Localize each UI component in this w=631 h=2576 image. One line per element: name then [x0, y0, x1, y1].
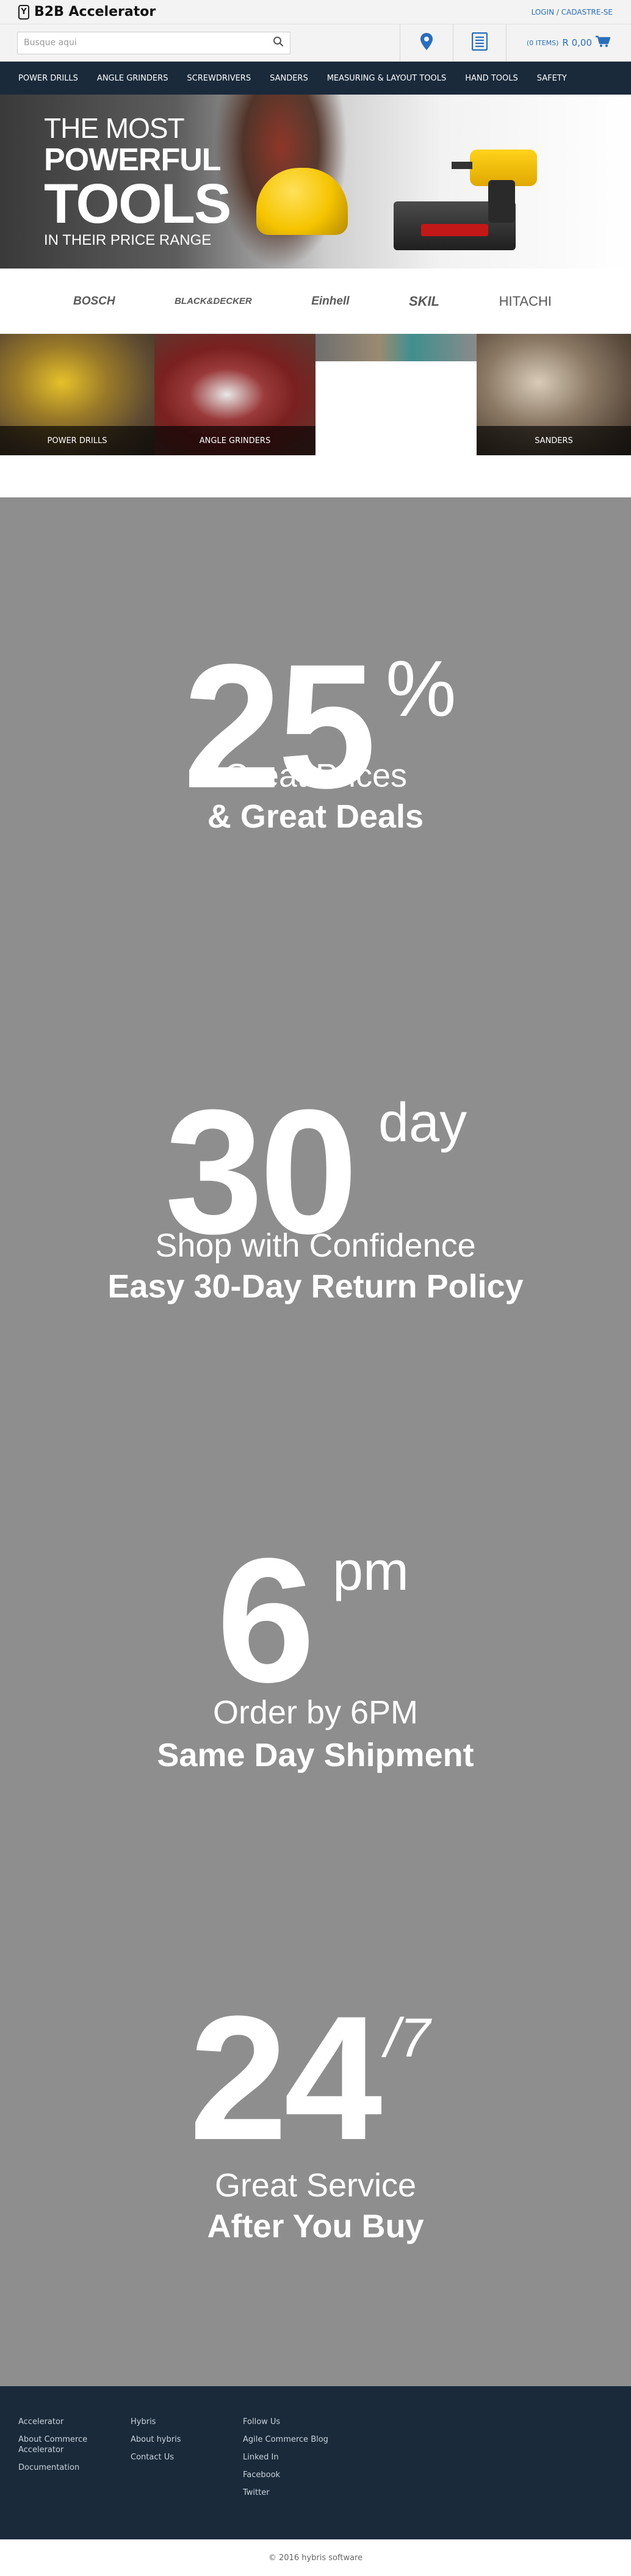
copyright-notice: © 2016 hybris software — [0, 2539, 631, 2576]
cart-item-count: (0 ITEMS) — [526, 38, 559, 47]
category-tile-angle-grinders[interactable]: ANGLE GRINDERS — [154, 334, 316, 455]
promo-24-line-1: Great Service — [214, 2167, 417, 2204]
promo-section: 25 % Great Prices & Great Deals 30 day S… — [0, 497, 631, 2386]
hero-line-4: IN THEIR PRICE RANGE — [44, 232, 212, 248]
footer-column-hybris: Hybris About hybris Contact Us — [131, 2417, 243, 2539]
footer-heading-accelerator[interactable]: Accelerator — [18, 2417, 131, 2427]
nav-item-angle-grinders[interactable]: ANGLE GRINDERS — [97, 74, 168, 83]
brand-logo-skil[interactable]: SKIL — [409, 294, 439, 309]
search-box[interactable] — [17, 31, 290, 54]
promo-25-line-1: Great Prices — [223, 757, 408, 794]
site-logo[interactable]: Y B2B Accelerator — [18, 4, 156, 20]
category-label: SANDERS — [477, 426, 631, 455]
tool-case-latch — [421, 224, 488, 236]
promo-6-suffix: pm — [333, 1541, 409, 1602]
promo-30-line-1: Shop with Confidence — [155, 1227, 476, 1264]
brand-logo-einhell[interactable]: Einhell — [311, 295, 349, 308]
footer-link-contact-us[interactable]: Contact Us — [131, 2452, 243, 2462]
hero-line-3: TOOLS — [44, 173, 231, 235]
category-nav: POWER DRILLS ANGLE GRINDERS SCREWDRIVERS… — [0, 62, 631, 95]
quick-order-button[interactable] — [453, 24, 506, 61]
order-list-icon — [471, 32, 488, 53]
nav-item-sanders[interactable]: SANDERS — [270, 74, 308, 83]
search-wrap — [0, 24, 400, 61]
brand-logo-bosch[interactable]: BOSCH — [73, 295, 115, 308]
category-tiles: POWER DRILLS ANGLE GRINDERS SANDERS — [0, 334, 631, 455]
promo-6-line-2: Same Day Shipment — [157, 1737, 474, 1773]
footer-link-about-commerce-accelerator[interactable]: About Commerce Accelerator — [18, 2434, 98, 2455]
promo-6-number: 6 — [217, 1521, 315, 1719]
mini-cart[interactable]: (0 ITEMS) R 0,00 — [506, 24, 631, 61]
site-footer: Accelerator About Commerce Accelerator D… — [0, 2386, 631, 2539]
category-label: POWER DRILLS — [0, 426, 154, 455]
promo-25-suffix: % — [386, 644, 456, 733]
top-bar: Y B2B Accelerator LOGIN / CADASTRE-SE — [0, 0, 631, 24]
footer-link-agile-commerce-blog[interactable]: Agile Commerce Blog — [243, 2434, 355, 2445]
cart-icon — [596, 35, 611, 50]
nav-item-safety[interactable]: SAFETY — [537, 74, 567, 83]
nav-item-hand-tools[interactable]: HAND TOOLS — [465, 74, 517, 83]
nav-item-power-drills[interactable]: POWER DRILLS — [18, 74, 78, 83]
hero-banner[interactable]: THE MOST POWERFUL TOOLS IN THEIR PRICE R… — [0, 95, 631, 269]
footer-link-facebook[interactable]: Facebook — [243, 2470, 355, 2480]
promo-24-suffix: /7 — [384, 2008, 431, 2069]
brand-strip: BOSCH BLACK&DECKER Einhell SKIL HITACHI — [0, 269, 631, 334]
footer-link-documentation[interactable]: Documentation — [18, 2462, 131, 2473]
drill-handle — [488, 180, 515, 223]
promo-24-line-2: After You Buy — [207, 2208, 424, 2245]
store-finder-button[interactable] — [400, 24, 453, 61]
footer-column-accelerator: Accelerator About Commerce Accelerator D… — [18, 2417, 131, 2539]
promo-30-line-2: Easy 30-Day Return Policy — [107, 1268, 524, 1305]
footer-heading-follow-us[interactable]: Follow Us — [243, 2417, 355, 2427]
nav-item-screwdrivers[interactable]: SCREWDRIVERS — [187, 74, 251, 83]
category-label: ANGLE GRINDERS — [154, 426, 316, 455]
footer-heading-hybris[interactable]: Hybris — [131, 2417, 243, 2427]
hero-line-1: THE MOST — [44, 112, 185, 144]
footer-link-linked-in[interactable]: Linked In — [243, 2452, 355, 2462]
category-tile-sanders[interactable]: SANDERS — [477, 334, 631, 455]
brand-logo-black-decker[interactable]: BLACK&DECKER — [175, 296, 252, 306]
drill-bit — [452, 162, 472, 169]
logo-text: B2B Accelerator — [34, 4, 156, 20]
cart-total: R 0,00 — [562, 37, 592, 48]
footer-link-twitter[interactable]: Twitter — [243, 2488, 355, 2498]
footer-link-about-hybris[interactable]: About hybris — [131, 2434, 243, 2445]
hero-line-2: POWERFUL — [44, 142, 222, 178]
page: Y B2B Accelerator LOGIN / CADASTRE-SE Bu… — [0, 0, 631, 2576]
map-pin-icon — [420, 32, 433, 53]
search-input[interactable] — [24, 38, 262, 48]
brand-logo-hitachi[interactable]: HITACHI — [499, 294, 552, 309]
promo-6-line-1: Order by 6PM — [212, 1694, 419, 1731]
search-icon[interactable] — [273, 36, 284, 49]
footer-column-follow-us: Follow Us Agile Commerce Blog Linked In … — [243, 2417, 355, 2539]
category-tile-power-drills[interactable]: POWER DRILLS — [0, 334, 154, 455]
promo-24-number: 24 — [189, 1979, 383, 2177]
promo-25-line-2: & Great Deals — [207, 798, 424, 835]
category-tile-banner — [316, 334, 477, 361]
search-row: (0 ITEMS) R 0,00 — [0, 24, 631, 62]
hero-text: THE MOST POWERFUL TOOLS IN THEIR PRICE R… — [44, 112, 231, 250]
login-link[interactable]: LOGIN / CADASTRE-SE — [532, 8, 613, 16]
nav-item-measuring-layout-tools[interactable]: MEASURING & LAYOUT TOOLS — [327, 74, 447, 83]
promo-30-suffix: day — [378, 1092, 467, 1153]
logo-icon: Y — [18, 4, 29, 20]
